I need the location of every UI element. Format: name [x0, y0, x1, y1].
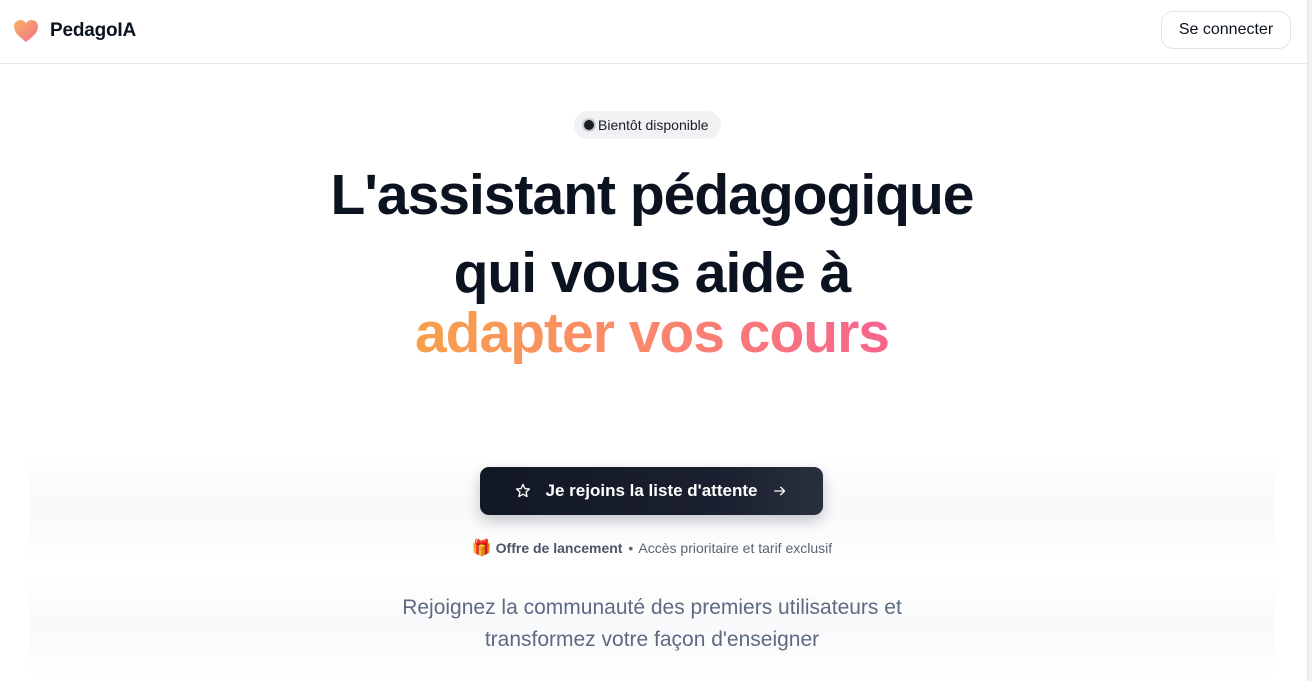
- heart-icon: [14, 20, 38, 42]
- scrollbar[interactable]: [1307, 0, 1312, 681]
- headline-line-2: qui vous aide à: [453, 241, 852, 305]
- launch-offer-title: Offre de lancement: [495, 540, 623, 556]
- join-waitlist-button[interactable]: Je rejoins la liste d'attente: [480, 467, 823, 515]
- launch-offer: 🎁 Offre de lancement • Accès prioritaire…: [0, 538, 1304, 558]
- headline-highlight-text: adapter vos cours: [414, 301, 890, 365]
- headline-line-1: L'assistant pédagogique: [330, 163, 975, 227]
- hero-subtitle: Rejoignez la communauté des premiers uti…: [0, 592, 1304, 656]
- gift-icon: 🎁: [471, 540, 492, 557]
- star-icon: [515, 483, 530, 498]
- launch-offer-detail: Accès prioritaire et tarif exclusif: [638, 540, 833, 556]
- top-navbar: PedagoIA Se connecter: [0, 0, 1308, 64]
- login-button[interactable]: Se connecter: [1161, 11, 1291, 49]
- join-waitlist-label: Je rejoins la liste d'attente: [545, 481, 758, 500]
- status-dot-icon: [584, 120, 594, 130]
- headline-highlight: adapter vos cours: [0, 300, 1304, 366]
- landing-page: PedagoIA Se connecter Bientôt disponible…: [0, 0, 1312, 681]
- hero-subtitle-line-1: Rejoignez la communauté des premiers uti…: [402, 596, 902, 619]
- brand-name: PedagoIA: [50, 20, 137, 41]
- launch-offer-separator: •: [628, 540, 634, 556]
- status-badge: Bientôt disponible: [574, 111, 721, 139]
- arrow-right-icon: [774, 486, 786, 496]
- brand[interactable]: PedagoIA: [12, 16, 136, 46]
- status-badge-label: Bientôt disponible: [598, 117, 709, 133]
- hero-subtitle-line-2: transformez votre façon d'enseigner: [484, 628, 820, 651]
